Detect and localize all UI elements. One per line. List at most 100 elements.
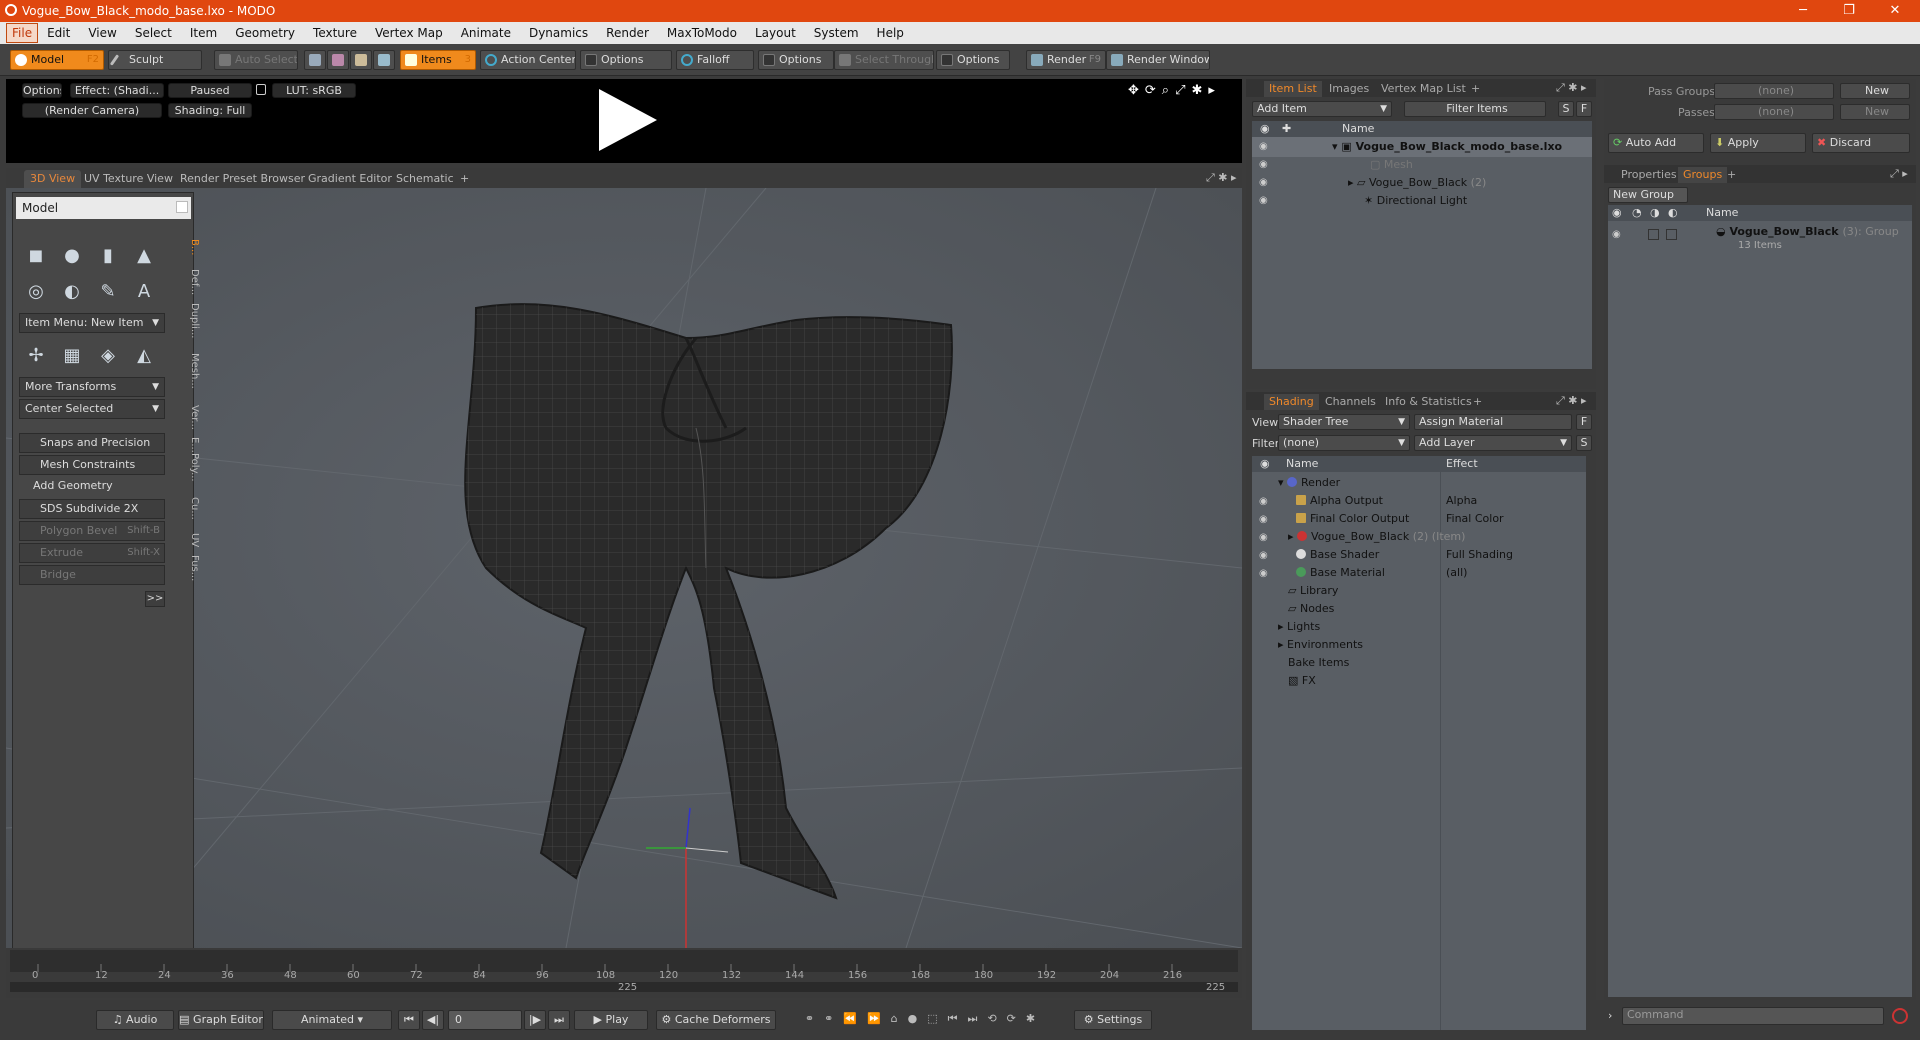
shader-fx-row[interactable]: ▧ FX [1288,672,1316,690]
audio-button[interactable]: ♫ Audio [96,1010,174,1030]
record-icon[interactable] [1892,1008,1908,1024]
action-center-options-button[interactable]: Options [580,50,672,70]
menu-help[interactable]: Help [868,22,913,44]
go-start-icon[interactable]: ⏮ [398,1010,420,1030]
item-group-row[interactable]: ▸ ▱ Vogue_Bow_Black (2) [1348,174,1486,192]
eye-icon[interactable]: ◉ [1259,496,1268,507]
vtab-polygon[interactable]: Poly... [184,453,200,482]
play-icon[interactable] [591,85,661,155]
sphere-icon[interactable]: ● [55,239,89,271]
tab-images[interactable]: Images [1324,81,1374,97]
key-tools-icons[interactable]: ⚭⚭⏪⏩⌂●⬚⏮⏭⟲⟳✱ [782,1010,1068,1030]
add-item-dropdown[interactable]: Add Item ▼ [1252,101,1392,117]
action-center-button[interactable]: Action Center [480,50,576,70]
timeline[interactable]: 0 12 24 36 48 60 72 84 96 108 120 132 14… [6,948,1242,998]
eye-icon[interactable]: ◉ [1259,141,1268,152]
menu-edit[interactable]: Edit [38,22,79,44]
menu-layout[interactable]: Layout [746,22,805,44]
falloff-button[interactable]: Falloff [676,50,754,70]
shader-lights-row[interactable]: ▸ Lights [1278,618,1320,636]
vtab-vertex[interactable]: Ver... [184,405,200,430]
snaps-precision-button[interactable]: Snaps and Precision [19,433,165,453]
prev-key-icon[interactable]: ◀| [422,1010,444,1030]
close-button[interactable]: ✕ [1872,0,1918,22]
new-pass-button[interactable]: New [1840,104,1910,120]
viewport-expand-icon[interactable]: ⤢ ✱ ▸ [1206,171,1237,185]
tab-uv-texture-view[interactable]: UV Texture View [78,170,179,188]
panel-options-icon[interactable]: ⤢ ✱ ▸ [1556,81,1587,95]
vtab-fusion[interactable]: Fus... [184,555,200,581]
more-tools-button[interactable]: >> [145,591,165,607]
item-list-s-button[interactable]: S [1558,101,1574,117]
panel-options-icon[interactable]: ⤢ ✱ ▸ [1556,394,1587,408]
shader-library-row[interactable]: ▱ Library [1288,582,1338,600]
shader-nodes-row[interactable]: ▱ Nodes [1288,600,1334,618]
sds-subdivide-button[interactable]: SDS Subdivide 2X [19,499,165,519]
preview-options-button[interactable]: Options [22,83,62,98]
item-mesh-row[interactable]: ▢ Mesh [1370,156,1413,174]
lock-checkbox[interactable] [1648,229,1659,240]
menu-animate[interactable]: Animate [452,22,520,44]
vertices-button[interactable] [304,50,326,70]
preview-effect-dropdown[interactable]: Effect: (Shadi... [70,83,164,98]
tab-render-preset-browser[interactable]: Render Preset Browser [174,170,311,188]
tab-properties[interactable]: Properties [1616,167,1682,183]
eye-icon[interactable]: ◉ [1259,568,1268,579]
shader-final-color-row[interactable]: Final Color Output [1296,510,1409,528]
add-tab-button[interactable]: + [1722,167,1741,183]
transform-icon[interactable]: ✢ [19,339,53,371]
tab-gradient-editor[interactable]: Gradient Editor [302,170,398,188]
preview-shading-dropdown[interactable]: Shading: Full [168,103,252,118]
shader-bake-items-row[interactable]: Bake Items [1288,654,1349,672]
mesh-constraints-button[interactable]: Mesh Constraints [19,455,165,475]
go-end-icon[interactable]: ⏭ [548,1010,570,1030]
scale-icon[interactable]: ◭ [127,339,161,371]
menu-maxtomodo[interactable]: MaxToModo [658,22,746,44]
passes-dropdown[interactable]: (none) [1714,104,1834,120]
shading-f-button[interactable]: F [1576,414,1592,430]
tab-item-list[interactable]: Item List [1264,81,1322,97]
new-pass-group-button[interactable]: New [1840,83,1910,99]
eye-icon[interactable]: ◉ [1259,550,1268,561]
preview-camera-dropdown[interactable]: (Render Camera) [22,103,162,118]
text-icon[interactable]: A [127,275,161,307]
apply-button[interactable]: ⬇ Apply [1710,133,1806,153]
capsule-icon[interactable]: ◐ [55,275,89,307]
torus-icon[interactable]: ◎ [19,275,53,307]
next-key-icon[interactable]: |▶ [524,1010,546,1030]
tab-groups[interactable]: Groups [1678,167,1728,183]
menu-select[interactable]: Select [126,22,181,44]
filter-dropdown[interactable]: (none) ▼ [1278,435,1410,451]
item-scene-row[interactable]: ▾ ▣ Vogue_Bow_Black_modo_base.lxo [1332,138,1562,156]
preview-nav-icons[interactable]: ✥⟳⌕⤢✱▸ [1128,83,1221,98]
menu-file[interactable]: File [6,23,39,43]
vtab-basic[interactable]: B... [184,239,200,255]
vtab-uv[interactable]: UV [184,533,200,547]
panel-options-icon[interactable]: ⤢ ▸ [1890,167,1908,181]
eye-icon[interactable]: ◉ [1259,195,1268,206]
add-tab-button[interactable]: + [1468,394,1487,410]
final-color-effect-dropdown[interactable]: Final Color [1446,510,1504,528]
item-list-f-button[interactable]: F [1576,101,1592,117]
polygons-button[interactable] [350,50,372,70]
add-tab-button[interactable]: + [454,170,475,188]
select-options-button[interactable]: Options [936,50,1010,70]
add-tab-button[interactable]: + [1466,81,1485,97]
panel-pin-icon[interactable] [176,201,188,213]
frame-field[interactable]: 0 [448,1010,522,1030]
cube-icon[interactable]: ◼ [19,239,53,271]
vtab-duplicate[interactable]: Dupli... [184,303,200,338]
assign-material-button[interactable]: Assign Material [1414,414,1572,430]
menu-system[interactable]: System [805,22,868,44]
more-transforms-dropdown[interactable]: More Transforms ▼ [19,377,165,397]
shader-material-group-row[interactable]: ▸ Vogue_Bow_Black (2) (Item) [1288,528,1465,546]
polygon-bevel-button[interactable]: Polygon Bevel Shift-B [19,521,165,541]
tab-schematic[interactable]: Schematic [390,170,460,188]
tab-3d-view[interactable]: 3D View [24,170,82,188]
shader-render-row[interactable]: ▾ Render [1278,474,1340,492]
auto-add-button[interactable]: ⟳ Auto Add [1608,133,1704,153]
extrude-button[interactable]: Extrude Shift-X [19,543,165,563]
falloff-options-button[interactable]: Options [758,50,834,70]
eye-icon[interactable]: ◉ [1612,229,1621,240]
base-material-effect-dropdown[interactable]: (all) [1446,564,1467,582]
